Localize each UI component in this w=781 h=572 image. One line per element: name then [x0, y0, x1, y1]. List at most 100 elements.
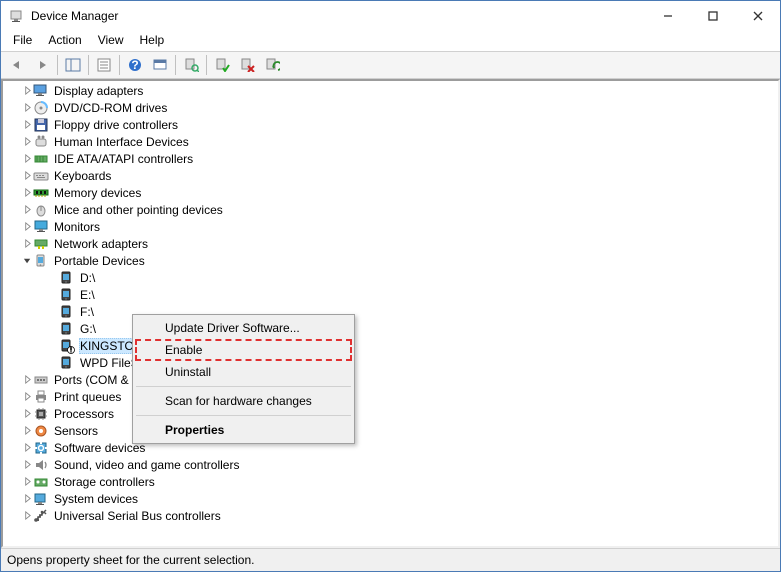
tree-device-label: E:\ [79, 288, 96, 302]
minimize-button[interactable] [645, 1, 690, 31]
drive-disabled-icon [59, 338, 75, 354]
tree-category[interactable]: Human Interface Devices [3, 133, 778, 150]
drive-icon [59, 321, 75, 337]
expand-arrow-icon[interactable] [21, 426, 33, 435]
expand-arrow-icon[interactable] [21, 460, 33, 469]
expand-arrow-icon[interactable] [21, 443, 33, 452]
hid-icon [33, 134, 49, 150]
context-menu: Update Driver Software...EnableUninstall… [132, 314, 355, 444]
sensor-icon [33, 423, 49, 439]
tree-category[interactable]: Processors [3, 405, 778, 422]
drive-icon [59, 270, 75, 286]
usb-icon [33, 508, 49, 524]
tree-device[interactable]: D:\ [3, 269, 778, 286]
tree-category[interactable]: Portable Devices [3, 252, 778, 269]
expand-arrow-icon[interactable] [21, 103, 33, 112]
expand-arrow-icon[interactable] [21, 171, 33, 180]
properties-button[interactable] [92, 54, 116, 76]
context-menu-item[interactable]: Update Driver Software... [135, 317, 352, 339]
tree-category[interactable]: Floppy drive controllers [3, 116, 778, 133]
expand-arrow-icon[interactable] [21, 511, 33, 520]
collapse-arrow-icon[interactable] [21, 256, 33, 265]
tree-category-label: IDE ATA/ATAPI controllers [53, 152, 194, 166]
expand-arrow-icon[interactable] [21, 222, 33, 231]
scan-hardware-button[interactable] [179, 54, 203, 76]
drive-icon [59, 287, 75, 303]
tree-category-label: Floppy drive controllers [53, 118, 179, 132]
device-tree[interactable]: Display adaptersDVD/CD-ROM drives Floppy … [1, 79, 780, 548]
tree-device[interactable]: KINGSTON [3, 337, 778, 354]
tree-category-label: Mice and other pointing devices [53, 203, 224, 217]
back-button[interactable] [5, 54, 29, 76]
menu-action[interactable]: Action [40, 31, 89, 51]
menu-file[interactable]: File [5, 31, 40, 51]
tree-category[interactable]: Sound, video and game controllers [3, 456, 778, 473]
expand-arrow-icon[interactable] [21, 188, 33, 197]
tree-device[interactable]: E:\ [3, 286, 778, 303]
expand-arrow-icon[interactable] [21, 137, 33, 146]
content-area: Display adaptersDVD/CD-ROM drives Floppy … [1, 79, 780, 549]
tree-category-label: Portable Devices [53, 254, 146, 268]
maximize-button[interactable] [690, 1, 735, 31]
context-menu-item[interactable]: Scan for hardware changes [135, 390, 352, 412]
context-menu-item[interactable]: Uninstall [135, 361, 352, 383]
mem-icon [33, 185, 49, 201]
expand-arrow-icon[interactable] [21, 86, 33, 95]
tree-category[interactable]: Display adapters [3, 82, 778, 99]
tree-device[interactable]: F:\ [3, 303, 778, 320]
help-button[interactable]: ? [123, 54, 147, 76]
menu-help[interactable]: Help [132, 31, 173, 51]
tree-category[interactable]: Network adapters [3, 235, 778, 252]
tree-category[interactable]: Ports (COM & LPT) [3, 371, 778, 388]
drive-icon [59, 304, 75, 320]
status-text: Opens property sheet for the current sel… [7, 553, 254, 567]
kbd-icon [33, 168, 49, 184]
update-driver-button[interactable] [260, 54, 284, 76]
tree-device[interactable]: G:\ [3, 320, 778, 337]
monitor-icon [33, 219, 49, 235]
titlebar: Device Manager [1, 1, 780, 31]
app-icon [9, 8, 25, 24]
context-menu-separator [136, 386, 351, 387]
tree-category[interactable]: Memory devices [3, 184, 778, 201]
expand-arrow-icon[interactable] [21, 477, 33, 486]
menu-view[interactable]: View [90, 31, 132, 51]
tree-device-label: D:\ [79, 271, 96, 285]
tree-category[interactable]: Sensors [3, 422, 778, 439]
tree-device[interactable]: WPD FileSystem Volume Driver [3, 354, 778, 371]
close-button[interactable] [735, 1, 780, 31]
expand-arrow-icon[interactable] [21, 392, 33, 401]
tree-category[interactable]: Mice and other pointing devices [3, 201, 778, 218]
context-menu-separator [136, 415, 351, 416]
tree-category[interactable]: Software devices [3, 439, 778, 456]
action-center-button[interactable] [148, 54, 172, 76]
tree-category[interactable]: System devices [3, 490, 778, 507]
tree-category[interactable]: Print queues [3, 388, 778, 405]
tree-category-label: Sound, video and game controllers [53, 458, 240, 472]
tree-category[interactable]: IDE ATA/ATAPI controllers [3, 150, 778, 167]
expand-arrow-icon[interactable] [21, 154, 33, 163]
forward-button[interactable] [30, 54, 54, 76]
menubar: File Action View Help [1, 31, 780, 51]
window-title: Device Manager [31, 9, 645, 23]
show-hide-tree-button[interactable] [61, 54, 85, 76]
expand-arrow-icon[interactable] [21, 494, 33, 503]
toolbar: ? [1, 51, 780, 79]
mouse-icon [33, 202, 49, 218]
tree-category[interactable]: DVD/CD-ROM drives [3, 99, 778, 116]
drive-icon [59, 355, 75, 371]
expand-arrow-icon[interactable] [21, 239, 33, 248]
tree-category[interactable]: Storage controllers [3, 473, 778, 490]
expand-arrow-icon[interactable] [21, 120, 33, 129]
expand-arrow-icon[interactable] [21, 375, 33, 384]
enable-device-button[interactable] [210, 54, 234, 76]
expand-arrow-icon[interactable] [21, 409, 33, 418]
tree-category-label: Display adapters [53, 84, 144, 98]
expand-arrow-icon[interactable] [21, 205, 33, 214]
tree-category[interactable]: Keyboards [3, 167, 778, 184]
context-menu-item[interactable]: Enable [135, 339, 352, 361]
context-menu-item[interactable]: Properties [135, 419, 352, 441]
tree-category[interactable]: Monitors [3, 218, 778, 235]
tree-category[interactable]: Universal Serial Bus controllers [3, 507, 778, 524]
disable-device-button[interactable] [235, 54, 259, 76]
